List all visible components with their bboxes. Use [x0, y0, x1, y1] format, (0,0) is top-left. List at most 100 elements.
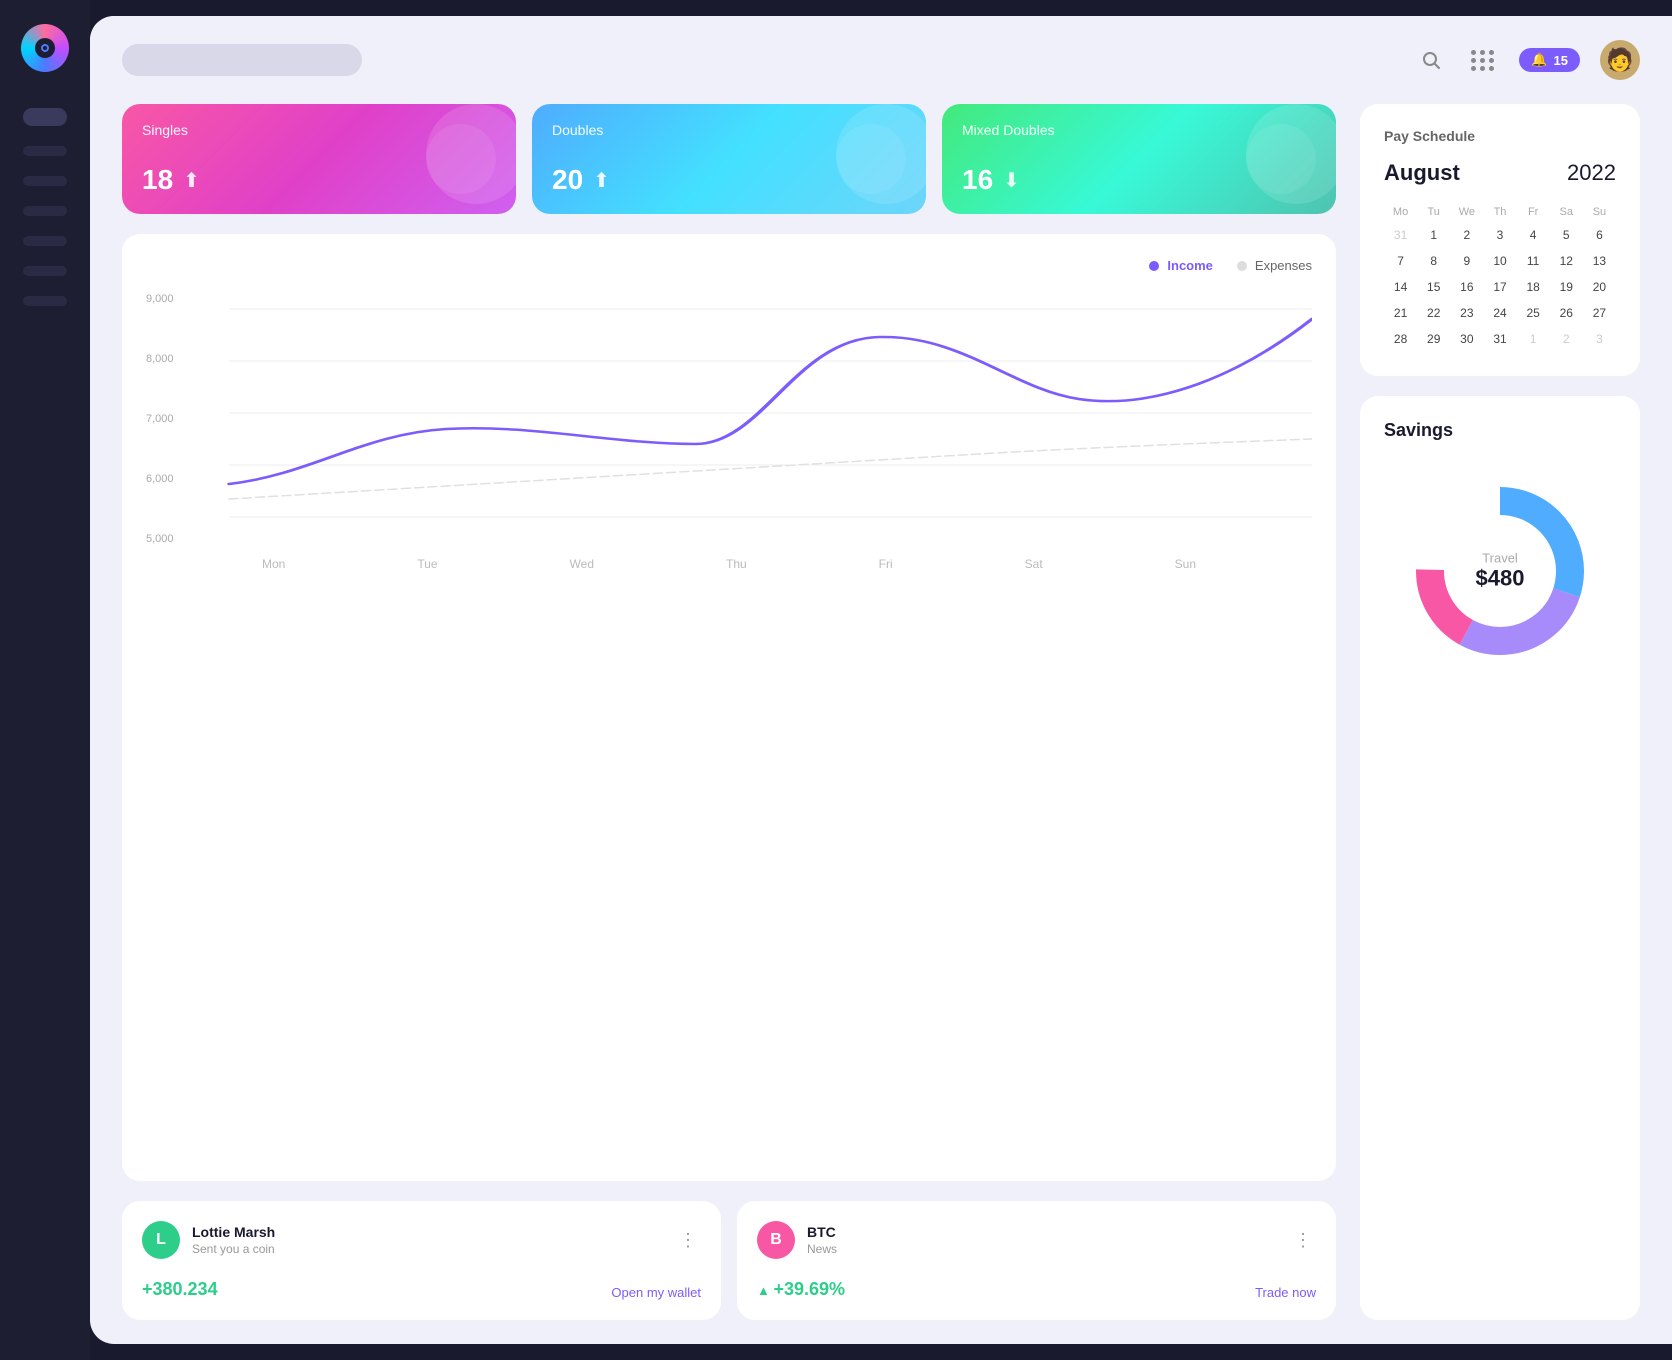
- cal-day[interactable]: 27: [1583, 300, 1616, 326]
- doubles-arrow: ⬆: [593, 168, 610, 193]
- cal-day[interactable]: 15: [1417, 274, 1450, 300]
- calendar-grid: Mo Tu We Th Fr Sa Su 31 1: [1384, 202, 1616, 352]
- legend-expenses: Expenses: [1237, 258, 1312, 273]
- doubles-value: 20: [552, 164, 583, 196]
- btc-amount: ▲ +39.69%: [757, 1279, 845, 1300]
- user-avatar[interactable]: 🧑: [1600, 40, 1640, 80]
- btc-avatar: B: [757, 1221, 795, 1259]
- chart-legend: Income Expenses: [146, 258, 1312, 273]
- cal-day[interactable]: 24: [1483, 300, 1516, 326]
- x-label-fri: Fri: [879, 557, 893, 571]
- btc-desc: News: [807, 1242, 837, 1256]
- savings-card: Savings Travel: [1360, 396, 1640, 1320]
- lottie-name: Lottie Marsh: [192, 1224, 275, 1240]
- cal-day[interactable]: 25: [1517, 300, 1550, 326]
- cal-day[interactable]: 1: [1517, 326, 1550, 352]
- left-panel: Singles 18 ⬆ Doubles 20 ⬆: [122, 104, 1336, 1320]
- cal-day[interactable]: 18: [1517, 274, 1550, 300]
- pay-schedule-title: Pay Schedule: [1384, 128, 1616, 144]
- cal-day[interactable]: 14: [1384, 274, 1417, 300]
- cal-day[interactable]: 28: [1384, 326, 1417, 352]
- cal-day[interactable]: 5: [1550, 222, 1583, 248]
- x-label-mon: Mon: [262, 557, 285, 571]
- chart-area: 9,000 8,000 7,000 6,000 5,000: [146, 289, 1312, 549]
- x-label-thu: Thu: [726, 557, 747, 571]
- cal-day[interactable]: 31: [1483, 326, 1516, 352]
- cal-day[interactable]: 6: [1583, 222, 1616, 248]
- cal-day[interactable]: 21: [1384, 300, 1417, 326]
- cal-day[interactable]: 13: [1583, 248, 1616, 274]
- lottie-transaction-card: L Lottie Marsh Sent you a coin ⋮ +380.23…: [122, 1201, 721, 1320]
- sidebar-item-4[interactable]: [23, 206, 67, 216]
- app-logo[interactable]: [21, 24, 69, 72]
- sidebar-item-3[interactable]: [23, 176, 67, 186]
- cal-day[interactable]: 23: [1450, 300, 1483, 326]
- y-label-8000: 8,000: [146, 353, 191, 365]
- cal-day[interactable]: 30: [1450, 326, 1483, 352]
- cal-header-su: Su: [1583, 202, 1616, 222]
- sidebar-item-2[interactable]: [23, 146, 67, 156]
- btc-transaction-card: B BTC News ⋮ ▲ +39.69% T: [737, 1201, 1336, 1320]
- cal-day[interactable]: 26: [1550, 300, 1583, 326]
- cal-day[interactable]: 2: [1550, 326, 1583, 352]
- cal-day[interactable]: 17: [1483, 274, 1516, 300]
- y-label-9000: 9,000: [146, 293, 191, 305]
- savings-title: Savings: [1384, 420, 1616, 441]
- doubles-card: Doubles 20 ⬆: [532, 104, 926, 214]
- y-label-6000: 6,000: [146, 473, 191, 485]
- cal-day[interactable]: 4: [1517, 222, 1550, 248]
- cal-day[interactable]: 9: [1450, 248, 1483, 274]
- mixed-doubles-label: Mixed Doubles: [962, 122, 1316, 138]
- cal-day[interactable]: 3: [1583, 326, 1616, 352]
- topbar-right: 🔔 15 🧑: [1415, 40, 1640, 80]
- donut-value: $480: [1476, 566, 1525, 591]
- cal-day[interactable]: 31: [1384, 222, 1417, 248]
- main-area: 🔔 15 🧑 Singles 18 ⬆: [90, 16, 1672, 1344]
- cal-day[interactable]: 8: [1417, 248, 1450, 274]
- cal-day[interactable]: 2: [1450, 222, 1483, 248]
- btc-name: BTC: [807, 1224, 837, 1240]
- lottie-amount: +380.234: [142, 1279, 218, 1300]
- cal-day[interactable]: 7: [1384, 248, 1417, 274]
- cal-header-th: Th: [1483, 202, 1516, 222]
- cal-day[interactable]: 12: [1550, 248, 1583, 274]
- cal-day[interactable]: 22: [1417, 300, 1450, 326]
- grid-icon-button[interactable]: [1467, 44, 1499, 76]
- cal-header-we: We: [1450, 202, 1483, 222]
- legend-income: Income: [1149, 258, 1213, 273]
- donut-chart: Travel $480: [1384, 461, 1616, 681]
- sidebar-item-5[interactable]: [23, 236, 67, 246]
- notification-badge[interactable]: 🔔 15: [1519, 48, 1580, 72]
- donut-label: Travel: [1476, 551, 1525, 566]
- mixed-doubles-arrow: ⬇: [1003, 168, 1020, 193]
- sidebar: [0, 0, 90, 1360]
- sidebar-item-7[interactable]: [23, 296, 67, 306]
- cal-day[interactable]: 11: [1517, 248, 1550, 274]
- right-panel: Pay Schedule August 2022 Mo Tu We Th Fr …: [1360, 104, 1640, 1320]
- cal-day[interactable]: 10: [1483, 248, 1516, 274]
- stat-cards-container: Singles 18 ⬆ Doubles 20 ⬆: [122, 104, 1336, 214]
- search-bar[interactable]: [122, 44, 362, 76]
- btc-trade-link[interactable]: Trade now: [1255, 1285, 1316, 1300]
- cal-day[interactable]: 3: [1483, 222, 1516, 248]
- search-icon-button[interactable]: [1415, 44, 1447, 76]
- y-label-5000: 5,000: [146, 533, 191, 545]
- y-axis: 9,000 8,000 7,000 6,000 5,000: [146, 289, 191, 549]
- cal-day[interactable]: 1: [1417, 222, 1450, 248]
- lottie-more-button[interactable]: ⋮: [675, 1230, 701, 1251]
- cal-day[interactable]: 29: [1417, 326, 1450, 352]
- lottie-avatar: L: [142, 1221, 180, 1259]
- singles-value: 18: [142, 164, 173, 196]
- calendar-year: 2022: [1567, 160, 1616, 186]
- sidebar-item-1[interactable]: [23, 108, 67, 126]
- btc-more-button[interactable]: ⋮: [1290, 1230, 1316, 1251]
- donut-center: Travel $480: [1476, 551, 1525, 592]
- cal-header-tu: Tu: [1417, 202, 1450, 222]
- sidebar-item-6[interactable]: [23, 266, 67, 276]
- cal-day[interactable]: 16: [1450, 274, 1483, 300]
- lottie-wallet-link[interactable]: Open my wallet: [611, 1285, 701, 1300]
- x-label-wed: Wed: [570, 557, 594, 571]
- cal-day[interactable]: 19: [1550, 274, 1583, 300]
- cal-day[interactable]: 20: [1583, 274, 1616, 300]
- singles-card: Singles 18 ⬆: [122, 104, 516, 214]
